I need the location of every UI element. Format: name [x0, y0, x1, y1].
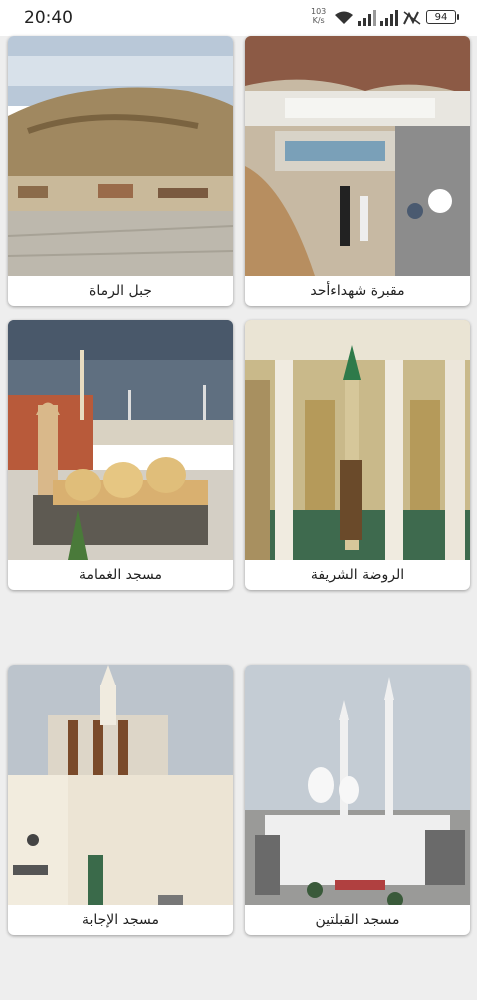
place-card[interactable]: مسجد الغمامة [8, 320, 233, 590]
wifi-icon [334, 10, 354, 30]
mosque-photo [8, 320, 233, 560]
interior-photo [245, 320, 470, 560]
place-label: مسجد القبلتين [315, 912, 400, 928]
place-label: جبل الرماة [89, 283, 152, 299]
place-card[interactable]: مسجد القبلتين [245, 665, 470, 935]
place-card[interactable]: الروضة الشريفة [245, 320, 470, 590]
mountain-photo [8, 36, 233, 276]
mosque-photo [8, 665, 233, 905]
network-speed: 103 K/s [311, 7, 326, 25]
place-label: مقبرة شهداءأحد [310, 283, 405, 299]
place-label: مسجد الغمامة [78, 567, 163, 583]
signal-icon [358, 10, 376, 30]
place-card[interactable]: مقبرة شهداءأحد [245, 36, 470, 306]
data-off-icon [402, 10, 422, 30]
place-label: مسجد الإجابة [81, 912, 160, 928]
network-speed-unit: K/s [312, 16, 325, 25]
place-card[interactable]: جبل الرماة [8, 36, 233, 306]
signal-icon-2 [380, 10, 398, 30]
status-time: 20:40 [24, 8, 73, 28]
place-card[interactable]: مسجد الإجابة [8, 665, 233, 935]
status-bar: 20:40 103 K/s 94 [0, 0, 477, 36]
battery-indicator: 94 [426, 10, 459, 24]
mosque-photo [245, 665, 470, 905]
place-label: الروضة الشريفة [310, 567, 405, 583]
cemetery-photo [245, 36, 470, 276]
network-speed-value: 103 [311, 7, 327, 16]
